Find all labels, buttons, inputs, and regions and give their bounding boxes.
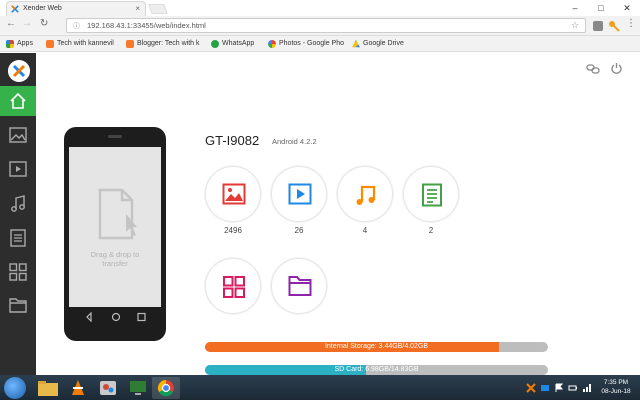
sidebar-item-photos[interactable] bbox=[0, 120, 36, 150]
photos-count: 2496 bbox=[224, 226, 242, 235]
xender-favicon-icon bbox=[11, 5, 19, 13]
browser-tab[interactable]: Xender Web × bbox=[6, 1, 146, 16]
url-text: 192.168.43.1:33455/web/index.html bbox=[87, 21, 206, 30]
system-clock[interactable]: 7:35 PM 08-Jun-18 bbox=[596, 378, 636, 398]
home-circle-icon bbox=[111, 312, 121, 322]
video-icon bbox=[9, 161, 27, 177]
minimize-button[interactable]: – bbox=[562, 0, 588, 16]
bookmark-star-icon[interactable]: ☆ bbox=[571, 20, 579, 31]
clock-time: 7:35 PM bbox=[603, 379, 629, 386]
info-icon[interactable]: ⓘ bbox=[73, 21, 80, 31]
music-count: 4 bbox=[362, 226, 368, 235]
new-tab-button[interactable] bbox=[148, 4, 168, 14]
connection-link-icon[interactable] bbox=[586, 63, 600, 75]
flag-icon[interactable] bbox=[554, 383, 564, 393]
back-icon[interactable]: ← bbox=[6, 18, 16, 29]
sidebar-item-home[interactable] bbox=[0, 86, 36, 116]
folder-icon bbox=[288, 276, 312, 296]
category-apps-button[interactable] bbox=[205, 258, 261, 314]
blogger-icon bbox=[126, 40, 134, 48]
clock-date: 08-Jun-18 bbox=[601, 388, 631, 395]
music-note-icon bbox=[356, 185, 376, 205]
maximize-button[interactable]: □ bbox=[588, 0, 614, 16]
music-note-icon bbox=[11, 195, 25, 212]
document-icon bbox=[422, 183, 442, 207]
bookmark-google-drive[interactable]: Google Drive bbox=[352, 39, 404, 49]
reload-icon[interactable]: ↻ bbox=[40, 18, 48, 29]
recents-square-icon bbox=[137, 312, 146, 322]
phone-nav-buttons bbox=[86, 312, 146, 322]
sd-card-bar: SD Card: 6.98GB/14.83GB bbox=[205, 365, 548, 375]
extension-icon[interactable] bbox=[592, 20, 604, 32]
bookmark-tech-with-kannevil[interactable]: Tech with kannevil bbox=[46, 39, 114, 49]
menu-icon[interactable]: ⋮ bbox=[626, 18, 636, 29]
network-icon[interactable] bbox=[582, 383, 592, 393]
folder-icon bbox=[38, 381, 58, 396]
sidebar-item-music[interactable] bbox=[0, 188, 36, 218]
tray-monitor-icon[interactable] bbox=[540, 383, 550, 393]
apps-grid-icon bbox=[6, 40, 14, 48]
device-os-version: Android 4.2.2 bbox=[272, 137, 317, 146]
taskbar-app-explorer[interactable] bbox=[34, 377, 62, 399]
sidebar-item-files[interactable] bbox=[0, 290, 36, 320]
sidebar-item-videos[interactable] bbox=[0, 154, 36, 184]
chrome-icon bbox=[157, 379, 174, 397]
bookmark-google-photos[interactable]: Photos - Google Pho bbox=[268, 39, 344, 49]
apps-grid-icon bbox=[9, 263, 27, 281]
documents-count: 2 bbox=[428, 226, 434, 235]
monitor-icon bbox=[130, 381, 146, 395]
internal-storage-label: Internal Storage: 3.44GB/4.02GB bbox=[324, 343, 429, 350]
address-bar[interactable]: ⓘ 192.168.43.1:33455/web/index.html ☆ bbox=[66, 18, 586, 33]
video-icon bbox=[288, 183, 312, 205]
whatsapp-icon bbox=[211, 40, 219, 48]
bookmark-apps[interactable]: Apps bbox=[6, 39, 33, 49]
back-triangle-icon bbox=[86, 312, 92, 322]
drop-instruction: Drag & drop to transfer bbox=[90, 250, 140, 268]
photos-icon bbox=[268, 40, 276, 48]
category-music-button[interactable] bbox=[337, 166, 393, 222]
sd-card-label: SD Card: 6.98GB/14.83GB bbox=[334, 366, 419, 373]
videos-count: 26 bbox=[294, 226, 304, 235]
document-icon bbox=[10, 229, 26, 247]
tray-app-icon[interactable] bbox=[526, 383, 536, 393]
image-icon bbox=[222, 183, 246, 205]
taskbar-app-monitor[interactable] bbox=[124, 377, 152, 399]
power-icon[interactable] bbox=[610, 62, 623, 75]
bookmark-whatsapp[interactable]: WhatsApp bbox=[211, 39, 254, 49]
sidebar-item-apps[interactable] bbox=[0, 256, 36, 286]
key-icon[interactable] bbox=[608, 20, 620, 32]
paint-icon bbox=[100, 381, 116, 395]
close-window-button[interactable]: ✕ bbox=[614, 0, 640, 16]
category-photos-button[interactable] bbox=[205, 166, 261, 222]
taskbar-app-chrome[interactable] bbox=[152, 377, 180, 399]
tab-close-button[interactable]: × bbox=[135, 4, 140, 13]
google-drive-icon bbox=[352, 40, 360, 48]
phone-speaker bbox=[108, 135, 122, 138]
system-tray bbox=[520, 378, 600, 398]
device-name: GT-I9082 bbox=[205, 133, 260, 148]
image-icon bbox=[9, 127, 27, 143]
xender-logo-icon bbox=[8, 60, 30, 82]
category-files-button[interactable] bbox=[271, 258, 327, 314]
taskbar-app-paint[interactable] bbox=[94, 377, 122, 399]
category-videos-button[interactable] bbox=[271, 166, 327, 222]
start-button[interactable] bbox=[4, 377, 26, 399]
sidebar-item-documents[interactable] bbox=[0, 222, 36, 252]
file-drop-icon bbox=[98, 188, 137, 240]
internal-storage-bar: Internal Storage: 3.44GB/4.02GB bbox=[205, 342, 548, 352]
taskbar-app-vlc[interactable] bbox=[64, 377, 92, 399]
apps-grid-icon bbox=[223, 276, 245, 298]
bookmark-blogger[interactable]: Blogger: Tech with k bbox=[126, 39, 200, 49]
vlc-cone-icon bbox=[72, 380, 84, 395]
forward-icon[interactable]: → bbox=[22, 18, 32, 29]
home-icon bbox=[10, 92, 26, 109]
bookmarks-bar: Apps Tech with kannevil Blogger: Tech wi… bbox=[0, 36, 640, 52]
battery-icon[interactable] bbox=[568, 383, 578, 393]
tab-title: Xender Web bbox=[23, 5, 62, 12]
category-documents-button[interactable] bbox=[403, 166, 459, 222]
blogger-icon bbox=[46, 40, 54, 48]
folder-icon bbox=[9, 298, 27, 313]
